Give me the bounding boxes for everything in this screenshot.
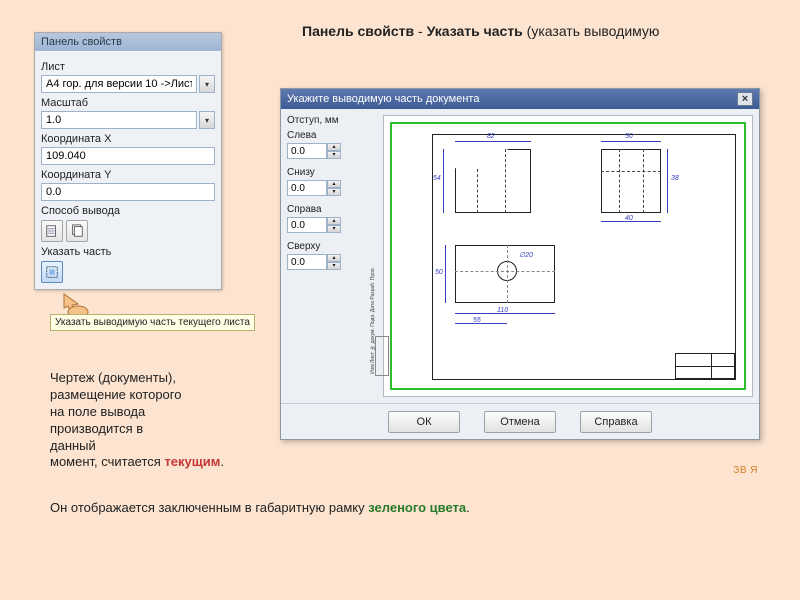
spin-down[interactable]: ▾ [327,262,341,270]
properties-panel: Панель свойств Лист ▾ Масштаб ▾ Координа… [34,32,222,290]
help-button[interactable]: Справка [580,411,652,433]
label-coord-x: Координата X [41,133,215,145]
specify-part-dialog: Укажите выводимую часть документа × Отст… [280,88,760,440]
chevron-down-icon: ▾ [205,80,209,89]
close-icon: × [742,93,748,105]
spin-up[interactable]: ▴ [327,254,341,262]
page-icon [45,224,59,238]
crop-icon [45,265,59,279]
label-offset: Отступ, мм [287,115,377,126]
dialog-preview: Изм Лист № докум. Подп. Дата Разраб. Про… [383,115,753,397]
label-output-mode: Способ вывода [41,205,215,217]
dialog-title-text: Укажите выводимую часть документа [287,93,479,105]
input-coord-y[interactable] [41,183,215,201]
label-sheet: Лист [41,61,215,73]
output-mode-pages-button[interactable] [66,220,88,242]
input-offset-bottom[interactable] [287,180,327,196]
spin-up[interactable]: ▴ [327,143,341,151]
label-scale: Масштаб [41,97,215,109]
spin-up[interactable]: ▴ [327,217,341,225]
spin-up[interactable]: ▴ [327,180,341,188]
instruction-body-1: Чертеж (документы), размещение которого … [50,370,270,471]
input-offset-right[interactable] [287,217,327,233]
spin-down[interactable]: ▾ [327,225,341,233]
specify-part-button[interactable] [41,261,63,283]
label-specify-part: Указать часть [41,246,215,258]
label-coord-y: Координата Y [41,169,215,181]
input-scale[interactable] [41,111,197,129]
chevron-down-icon: ▾ [205,116,209,125]
spin-down[interactable]: ▾ [327,188,341,196]
dialog-close-button[interactable]: × [737,92,753,106]
drawing-area: 82 54 50 38 40 [432,134,736,380]
input-offset-left[interactable] [287,143,327,159]
properties-panel-title: Панель свойств [35,33,221,51]
pages-icon [70,224,84,238]
input-sheet[interactable] [41,75,197,93]
ok-button[interactable]: ОК [388,411,460,433]
specify-part-tooltip: Указать выводимую часть текущего листа [50,314,255,331]
output-mode-page-button[interactable] [41,220,63,242]
input-offset-top[interactable] [287,254,327,270]
watermark: ЗВ Я [733,465,758,476]
green-frame: Изм Лист № докум. Подп. Дата Разраб. Про… [390,122,746,390]
dialog-titlebar: Укажите выводимую часть документа × [281,89,759,109]
spin-down[interactable]: ▾ [327,151,341,159]
sheet-dropdown-button[interactable]: ▾ [199,75,215,93]
title-block [675,353,735,379]
scale-dropdown-button[interactable]: ▾ [199,111,215,129]
cancel-button[interactable]: Отмена [484,411,556,433]
instruction-body-2: Он отображается заключенным в габаритную… [50,500,570,517]
input-coord-x[interactable] [41,147,215,165]
stamp-text: Изм Лист № докум. Подп. Дата Разраб. Про… [370,267,376,374]
instruction-heading: Панель свойств - Указать часть (указать … [302,22,732,41]
